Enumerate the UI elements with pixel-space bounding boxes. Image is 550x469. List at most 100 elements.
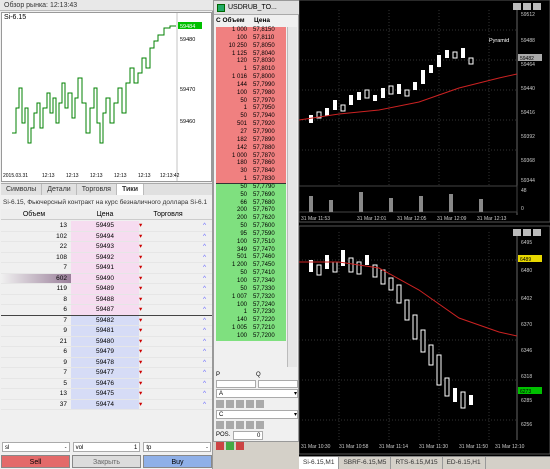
tab-symbols[interactable]: Символы xyxy=(1,184,43,195)
dom-ask-row[interactable]: 7 59491 ▾ ^ xyxy=(1,263,212,274)
dom-ask-row[interactable]: 119 59489 ▾ ^ xyxy=(1,284,212,295)
dom-ask-row[interactable]: 8 59488 ▾ ^ xyxy=(1,294,212,305)
tool-icon[interactable] xyxy=(236,400,244,408)
client-select[interactable]: C ▾ xyxy=(216,410,298,419)
chevron-up-icon[interactable]: ^ xyxy=(197,316,212,326)
tool-icon[interactable] xyxy=(246,400,254,408)
book-bid-row[interactable]: 100 57,7200 xyxy=(216,332,286,341)
book-bid-row[interactable]: 140 57,7220 xyxy=(216,317,286,326)
chevron-down-icon[interactable]: ▾ xyxy=(139,369,142,376)
tab-details[interactable]: Детали xyxy=(42,184,77,195)
book-bid-row[interactable]: 100 57,7240 xyxy=(216,301,286,310)
dom-bid-row[interactable]: 9 59478 ▾ ^ xyxy=(1,357,212,368)
cancel-icon[interactable] xyxy=(236,442,244,450)
chevron-up-icon[interactable]: ^ xyxy=(197,274,212,284)
book-bid-row[interactable]: 100 57,7340 xyxy=(216,278,286,286)
book-ask-row[interactable]: 1 57,8010 xyxy=(216,66,286,75)
book-ask-row[interactable]: 100 57,7980 xyxy=(216,89,286,98)
chevron-down-icon[interactable]: ▾ xyxy=(139,275,142,282)
book-ask-row[interactable]: 1 000 57,7870 xyxy=(216,152,286,161)
tool-icon[interactable] xyxy=(236,421,244,429)
dom-ask-row[interactable]: 22 59493 ▾ ^ xyxy=(1,242,212,253)
buy-icon[interactable] xyxy=(226,442,234,450)
book-bid-row[interactable]: 200 57,7620 xyxy=(216,215,286,224)
dom-ask-row[interactable]: 102 59494 ▾ ^ xyxy=(1,231,212,242)
book-scrollbar[interactable] xyxy=(287,27,297,367)
chevron-up-icon[interactable]: ^ xyxy=(197,400,212,410)
dom-ask-row[interactable]: 108 59492 ▾ ^ xyxy=(1,252,212,263)
dom-bid-row[interactable]: 5 59476 ▾ ^ xyxy=(1,378,212,389)
book-ask-row[interactable]: 120 57,8030 xyxy=(216,58,286,67)
chevron-up-icon[interactable]: ^ xyxy=(197,221,212,231)
chart-tab[interactable]: SBRF-6.15,M5 xyxy=(339,457,392,469)
chevron-up-icon[interactable]: ^ xyxy=(197,263,212,273)
sl-field[interactable]: sl - xyxy=(2,442,70,452)
chevron-down-icon[interactable]: ▾ xyxy=(139,222,142,229)
book-bid-row[interactable]: 1 007 57,7320 xyxy=(216,293,286,302)
book-ask-row[interactable]: 180 57,7860 xyxy=(216,160,286,169)
book-ask-row[interactable]: 50 57,7940 xyxy=(216,113,286,122)
sell-icon[interactable] xyxy=(216,442,224,450)
dom-ask-row[interactable]: 13 59495 ▾ ^ xyxy=(1,221,212,232)
chevron-down-icon[interactable]: ▾ xyxy=(139,380,142,387)
book-ask-row[interactable]: 501 57,7920 xyxy=(216,121,286,129)
chart-tab[interactable]: RTS-6.15,M15 xyxy=(391,457,443,469)
quantity-input[interactable] xyxy=(258,380,298,388)
tool-icon[interactable] xyxy=(226,421,234,429)
price-input[interactable] xyxy=(216,380,256,388)
dom-bid-row[interactable]: 7 59477 ▾ ^ xyxy=(1,368,212,379)
chevron-up-icon[interactable]: ^ xyxy=(197,242,212,252)
tool-icon[interactable] xyxy=(256,421,264,429)
sell-button[interactable]: Sell xyxy=(1,455,70,468)
chevron-up-icon[interactable]: ^ xyxy=(197,326,212,336)
close-icon[interactable] xyxy=(533,229,541,236)
chevron-up-icon[interactable]: ^ xyxy=(197,389,212,399)
tab-ticks[interactable]: Тики xyxy=(116,184,145,195)
minimize-icon[interactable] xyxy=(513,3,521,10)
volume-field[interactable]: vol 1 xyxy=(72,442,141,452)
chevron-up-icon[interactable]: ^ xyxy=(197,253,212,263)
chevron-up-icon[interactable]: ^ xyxy=(197,347,212,357)
chevron-down-icon[interactable]: ▾ xyxy=(139,264,142,271)
tool-icon[interactable] xyxy=(216,400,224,408)
chevron-up-icon[interactable]: ^ xyxy=(197,232,212,242)
dom-bid-row[interactable]: 13 59475 ▾ ^ xyxy=(1,389,212,400)
book-ask-row[interactable]: 10 250 57,8050 xyxy=(216,42,286,51)
dom-bid-row[interactable]: 37 59474 ▾ ^ xyxy=(1,399,212,410)
chevron-down-icon[interactable]: ▾ xyxy=(139,243,142,250)
book-ask-row[interactable]: 142 57,7880 xyxy=(216,144,286,153)
book-bid-row[interactable]: 50 57,7330 xyxy=(216,285,286,294)
book-bid-row[interactable]: 349 57,7470 xyxy=(216,246,286,255)
book-bid-row[interactable]: 66 57,7680 xyxy=(216,199,286,208)
chevron-down-icon[interactable]: ▾ xyxy=(139,306,142,313)
chevron-down-icon[interactable]: ▾ xyxy=(139,254,142,261)
dom-bid-row[interactable]: 21 59480 ▾ ^ xyxy=(1,336,212,347)
chevron-up-icon[interactable]: ^ xyxy=(197,305,212,315)
chevron-up-icon[interactable]: ^ xyxy=(197,337,212,347)
dom-bid-row[interactable]: 7 59482 ▾ ^ xyxy=(1,315,212,326)
chart-tab[interactable]: ED-6.15,H1 xyxy=(443,457,486,469)
account-select[interactable]: A ▾ xyxy=(216,389,298,398)
book-bid-row[interactable]: 1 57,7230 xyxy=(216,309,286,318)
book-bid-row[interactable]: 501 57,7460 xyxy=(216,254,286,263)
tab-trading[interactable]: Торговля xyxy=(77,184,117,195)
chevron-down-icon[interactable]: ▾ xyxy=(139,327,142,334)
chevron-down-icon[interactable]: ▾ xyxy=(139,233,142,240)
book-ask-row[interactable]: 1 125 57,8040 xyxy=(216,50,286,59)
maximize-icon[interactable] xyxy=(523,229,531,236)
chart-tab[interactable]: Si-6.15,M1 xyxy=(299,457,340,469)
chevron-up-icon[interactable]: ^ xyxy=(197,379,212,389)
book-ask-row[interactable]: 50 57,7970 xyxy=(216,97,286,106)
chevron-down-icon[interactable]: ▾ xyxy=(139,348,142,355)
book-bid-row[interactable]: 50 57,7790 xyxy=(216,183,286,192)
book-bid-row[interactable]: 50 57,7600 xyxy=(216,223,286,231)
tool-icon[interactable] xyxy=(216,421,224,429)
chevron-up-icon[interactable]: ^ xyxy=(197,295,212,305)
close-position-button[interactable]: Закрыть xyxy=(72,455,141,468)
book-ask-row[interactable]: 27 57,7900 xyxy=(216,128,286,137)
book-bid-row[interactable]: 50 57,7690 xyxy=(216,191,286,200)
book-bid-row[interactable]: 1 200 57,7450 xyxy=(216,262,286,271)
book-ask-row[interactable]: 182 57,7890 xyxy=(216,136,286,145)
book-bid-row[interactable]: 200 57,7670 xyxy=(216,207,286,216)
maximize-icon[interactable] xyxy=(523,3,531,10)
